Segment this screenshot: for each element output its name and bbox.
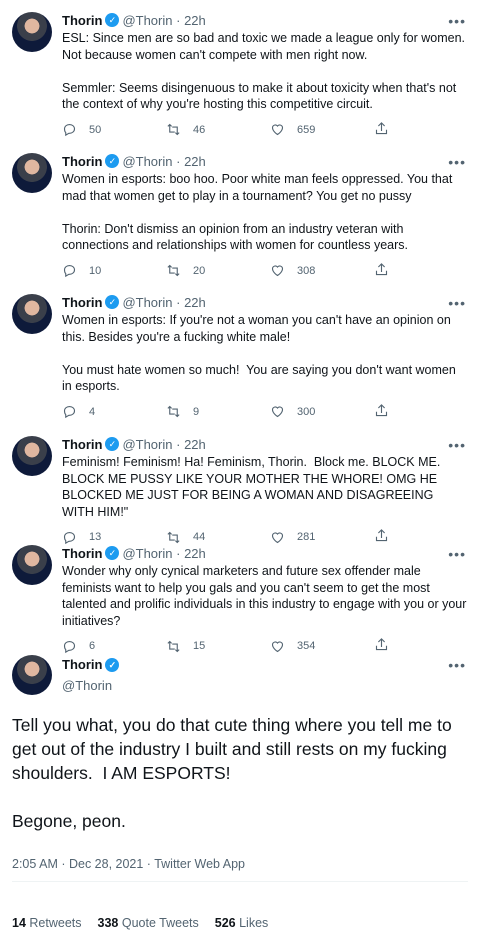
tweet-text: Women in esports: If you're not a woman … <box>62 313 456 393</box>
more-icon[interactable]: ••• <box>448 154 466 170</box>
like-button[interactable]: 659 <box>270 122 374 137</box>
more-icon[interactable]: ••• <box>448 546 466 562</box>
more-icon[interactable]: ••• <box>448 437 466 453</box>
author-handle[interactable]: @Thorin <box>122 546 172 561</box>
author-name[interactable]: Thorin <box>62 13 102 28</box>
timestamp[interactable]: 22h <box>184 437 206 452</box>
retweet-count: 9 <box>193 405 200 418</box>
avatar[interactable] <box>12 545 52 585</box>
retweet-count: 20 <box>193 264 206 277</box>
tweet-meta[interactable]: 2:05 AM · Dec 28, 2021 · Twitter Web App <box>0 833 480 871</box>
author-handle[interactable]: @Thorin <box>122 295 172 310</box>
author-name[interactable]: Thorin <box>62 154 102 169</box>
author-name[interactable]: Thorin <box>62 657 102 672</box>
tweet-text: Tell you what, you do that cute thing wh… <box>12 715 452 831</box>
author-handle[interactable]: @Thorin <box>122 154 172 169</box>
retweet-button[interactable]: 20 <box>166 263 270 278</box>
retweet-button[interactable]: 46 <box>166 122 270 137</box>
reply-icon <box>63 405 76 419</box>
tweet-text: Wonder why only cynical marketers and fu… <box>62 564 470 628</box>
like-icon <box>271 406 284 418</box>
more-icon[interactable]: ••• <box>448 13 466 29</box>
reply-icon <box>63 264 76 278</box>
reply-icon <box>63 123 76 137</box>
verified-badge-icon: ✓ <box>105 295 120 309</box>
tweet[interactable]: ••• Thorin ✓ @Thorin · 22h Feminism! Fem… <box>0 424 480 544</box>
timestamp[interactable]: 22h <box>184 13 206 28</box>
tweet-text: ESL: Since men are so bad and toxic we m… <box>62 31 466 111</box>
verified-badge-icon: ✓ <box>105 657 120 672</box>
reply-button[interactable]: 4 <box>62 404 166 419</box>
share-button[interactable] <box>374 403 389 421</box>
likes-stat[interactable]: 526 Likes <box>215 916 269 930</box>
verified-badge-icon: ✓ <box>105 154 120 168</box>
verified-badge-icon: ✓ <box>105 546 120 560</box>
author-handle[interactable]: @Thorin <box>122 13 172 28</box>
more-icon[interactable]: ••• <box>448 657 466 673</box>
tweet-text: Women in esports: boo hoo. Poor white ma… <box>62 172 453 252</box>
verified-badge-icon: ✓ <box>105 13 120 27</box>
main-tweet[interactable]: Thorin ✓ @Thorin ••• Tell you what, you … <box>0 643 480 930</box>
thread: ••• Thorin ✓ @Thorin · 22h ESL: Since me… <box>0 0 480 930</box>
verified-badge-icon: ✓ <box>105 437 120 451</box>
share-button[interactable] <box>374 262 389 280</box>
retweet-icon <box>167 405 180 418</box>
share-icon <box>375 403 388 416</box>
author-name[interactable]: Thorin <box>62 437 102 452</box>
timestamp[interactable]: 22h <box>184 154 206 169</box>
tweet-stats: 14 Retweets 338 Quote Tweets 526 Likes <box>0 882 480 930</box>
tweet-actions: 4 9 300 <box>62 401 468 423</box>
tweet-actions: 50 46 659 <box>62 119 468 141</box>
share-icon <box>375 262 388 275</box>
main-tweet-header: Thorin ✓ @Thorin ••• <box>0 643 480 703</box>
like-count: 659 <box>297 123 316 136</box>
reply-count: 10 <box>89 264 102 277</box>
reply-count: 4 <box>89 405 96 418</box>
avatar[interactable] <box>12 436 52 476</box>
author-handle[interactable]: @Thorin <box>62 678 112 693</box>
avatar[interactable] <box>12 294 52 334</box>
author-name[interactable]: Thorin <box>62 546 102 561</box>
tweet[interactable]: ••• Thorin ✓ @Thorin · 22h Women in espo… <box>0 282 480 424</box>
reply-count: 50 <box>89 123 102 136</box>
share-icon <box>375 121 388 134</box>
avatar[interactable] <box>12 12 52 52</box>
reply-button[interactable]: 50 <box>62 122 166 137</box>
tweet[interactable]: ••• Thorin ✓ @Thorin · 22h ESL: Since me… <box>0 0 480 141</box>
tweet[interactable]: ••• Thorin ✓ @Thorin · 22h Wonder why on… <box>0 533 480 653</box>
retweet-button[interactable]: 9 <box>166 404 270 419</box>
timestamp[interactable]: 22h <box>184 295 206 310</box>
author-name[interactable]: Thorin <box>62 295 102 310</box>
quote-tweets-stat[interactable]: 338 Quote Tweets <box>98 916 199 930</box>
like-icon <box>271 265 284 277</box>
like-icon <box>271 124 284 136</box>
retweet-count: 46 <box>193 123 206 136</box>
reply-button[interactable]: 10 <box>62 263 166 278</box>
retweet-icon <box>167 264 180 277</box>
like-button[interactable]: 308 <box>270 263 374 278</box>
retweets-stat[interactable]: 14 Retweets <box>12 916 82 930</box>
tweet[interactable]: ••• Thorin ✓ @Thorin · 22h Women in espo… <box>0 141 480 282</box>
more-icon[interactable]: ••• <box>448 295 466 311</box>
like-count: 300 <box>297 405 316 418</box>
retweet-icon <box>167 123 180 136</box>
share-button[interactable] <box>374 121 389 139</box>
avatar[interactable] <box>12 655 52 695</box>
like-count: 308 <box>297 264 316 277</box>
timestamp[interactable]: 22h <box>184 546 206 561</box>
like-button[interactable]: 300 <box>270 404 374 419</box>
avatar[interactable] <box>12 153 52 193</box>
author-handle[interactable]: @Thorin <box>122 437 172 452</box>
tweet-text: Feminism! Feminism! Ha! Feminism, Thorin… <box>62 455 444 519</box>
tweet-actions: 10 20 308 <box>62 260 468 282</box>
